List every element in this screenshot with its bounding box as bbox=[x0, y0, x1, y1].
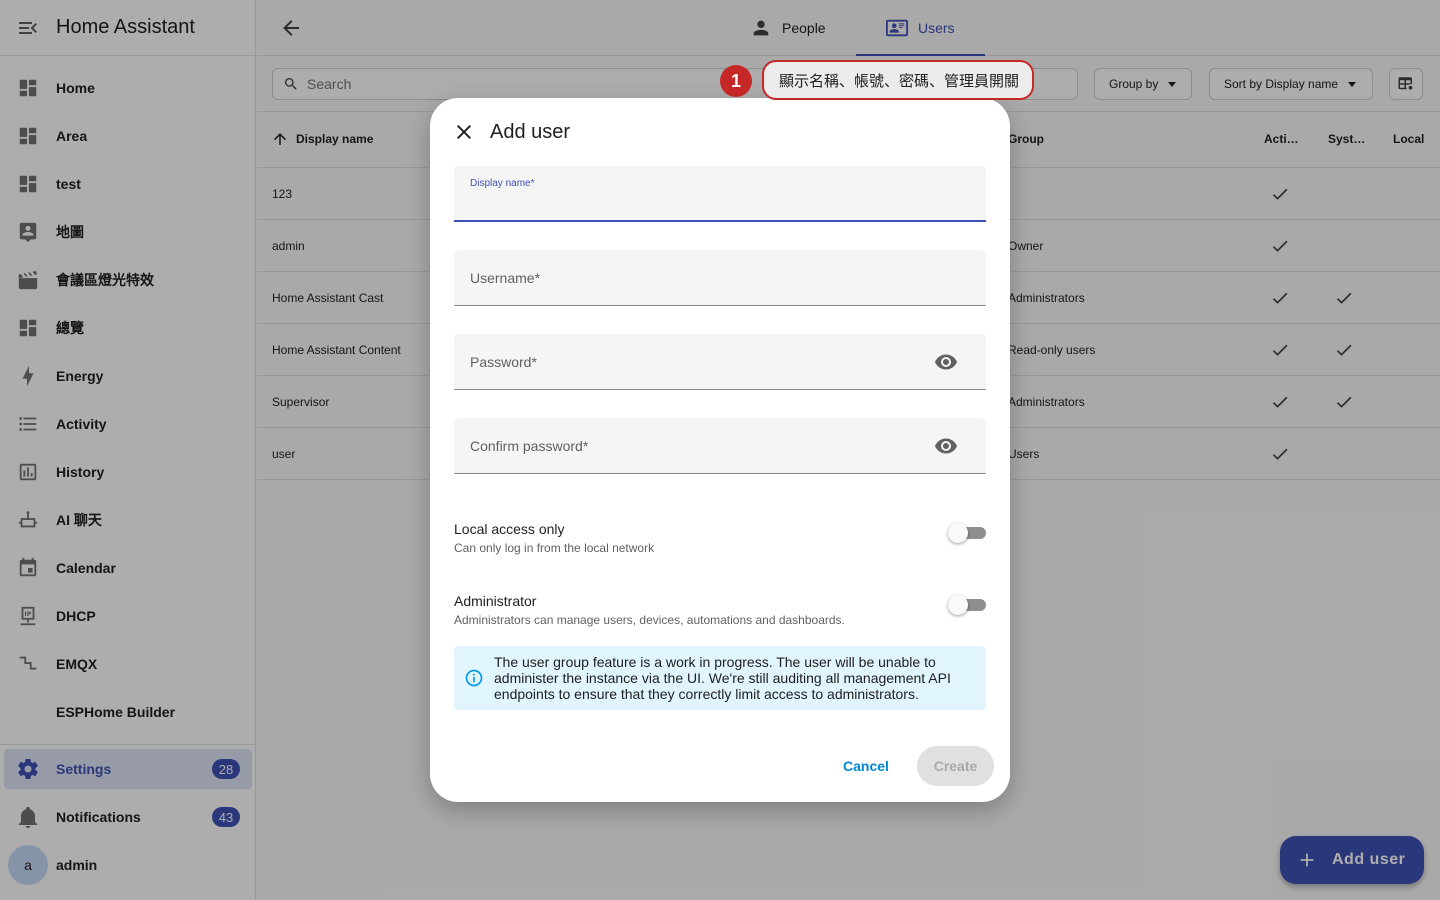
confirm-password-field[interactable]: Confirm password* bbox=[454, 418, 986, 474]
close-icon[interactable] bbox=[452, 120, 476, 144]
info-alert: The user group feature is a work in prog… bbox=[454, 646, 986, 710]
local-access-subtitle: Can only log in from the local network bbox=[454, 541, 655, 555]
toggle-thumb bbox=[948, 523, 968, 543]
password-field[interactable]: Password* bbox=[454, 334, 986, 390]
eye-icon[interactable] bbox=[934, 350, 958, 374]
dialog-title: Add user bbox=[490, 121, 571, 143]
administrator-subtitle: Administrators can manage users, devices… bbox=[454, 613, 845, 627]
administrator-title: Administrator bbox=[454, 593, 537, 609]
annotation-callout: 顯示名稱、帳號、密碼、管理員開關 bbox=[762, 60, 1034, 100]
field-label: Display name* bbox=[470, 178, 535, 189]
field-label: Confirm password* bbox=[470, 438, 589, 454]
local-access-title: Local access only bbox=[454, 521, 565, 537]
field-label: Password* bbox=[470, 354, 537, 370]
info-icon bbox=[465, 669, 483, 687]
toggle-thumb bbox=[948, 595, 968, 615]
display-name-field[interactable]: Display name* bbox=[454, 166, 986, 222]
field-label: Username* bbox=[470, 270, 541, 286]
administrator-row: Administrator Administrators can manage … bbox=[454, 593, 986, 633]
info-text: The user group feature is a work in prog… bbox=[494, 654, 951, 702]
add-user-dialog: Add user Display name* Username* Passwor… bbox=[430, 98, 1010, 802]
display-name-input[interactable] bbox=[470, 194, 930, 214]
administrator-toggle[interactable] bbox=[948, 595, 986, 615]
username-field[interactable]: Username* bbox=[454, 250, 986, 306]
local-access-row: Local access only Can only log in from t… bbox=[454, 521, 986, 561]
eye-icon[interactable] bbox=[934, 434, 958, 458]
local-access-toggle[interactable] bbox=[948, 523, 986, 543]
cancel-button[interactable]: Cancel bbox=[830, 746, 902, 786]
annotation-number: 1 bbox=[720, 65, 752, 97]
create-button[interactable]: Create bbox=[917, 746, 994, 786]
